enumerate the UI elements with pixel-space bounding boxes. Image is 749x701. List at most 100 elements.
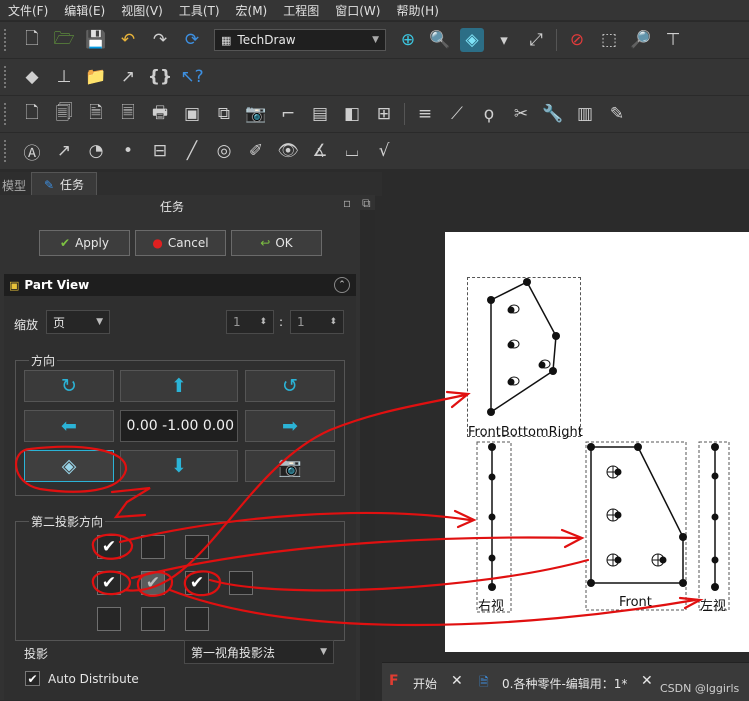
draw-style-icon[interactable]: ⊘ — [565, 28, 589, 52]
sheet-icon[interactable]: ▥ — [573, 102, 597, 126]
refresh-icon[interactable]: ⟳ — [180, 28, 204, 52]
scale-numerator-spinbox[interactable]: 1 ⬍ — [226, 310, 274, 334]
undo-icon[interactable]: ↶ — [116, 28, 140, 52]
part-icon[interactable]: ◆ — [20, 65, 44, 89]
view-menu-icon[interactable]: ▾ — [492, 28, 516, 52]
surface-finish-icon[interactable]: √ — [372, 139, 396, 163]
move-up-button[interactable]: ⬆ — [120, 370, 238, 402]
folder-icon[interactable]: 📁 — [84, 65, 108, 89]
lasso-icon[interactable]: ϙ — [477, 102, 501, 126]
pencil-icon[interactable]: ✎ — [605, 102, 629, 126]
open-icon[interactable]: 🗁 — [52, 28, 76, 52]
line-icon[interactable]: ╱ — [180, 139, 204, 163]
spin-arrows-icon[interactable]: ⬍ — [259, 317, 267, 327]
menu-tools[interactable]: 工具(T) — [171, 2, 228, 19]
redraw-page-icon[interactable]: 🗎 — [84, 102, 108, 126]
toolbar-grip[interactable] — [4, 29, 10, 51]
print-icon[interactable]: 🖶 — [148, 102, 172, 126]
toolbar-grip[interactable] — [4, 140, 10, 162]
toolbar-grip[interactable] — [4, 103, 10, 125]
close-doc-icon[interactable]: ✕ — [641, 673, 653, 689]
taskbar-start[interactable]: 开始 — [413, 675, 437, 692]
camera-icon[interactable]: 📷 — [244, 102, 268, 126]
edit-icon[interactable]: ✐ — [244, 139, 268, 163]
checkbox-left[interactable]: ✔ — [97, 571, 121, 595]
menu-file[interactable]: 文件(F) — [0, 2, 56, 19]
hatch-icon[interactable]: ⟋ — [445, 102, 469, 126]
collapse-icon[interactable]: ⌃ — [334, 277, 350, 293]
spreadsheet-view-icon[interactable]: ⊞ — [372, 102, 396, 126]
fit-all-icon[interactable]: ⊕ — [396, 28, 420, 52]
export-page-icon[interactable]: 🗏 — [116, 102, 140, 126]
rotate-cw-button[interactable]: ↻ — [24, 370, 114, 402]
tab-model[interactable]: 模型 — [2, 177, 26, 194]
move-right-button[interactable]: ➡ — [245, 410, 335, 442]
checkbox-front[interactable]: ✔ — [141, 571, 165, 595]
direction-field[interactable]: 0.00 -1.00 0.00 — [120, 410, 238, 442]
auto-distribute-checkbox[interactable]: ✔ — [25, 671, 40, 686]
balloon-icon[interactable]: ◔ — [84, 139, 108, 163]
new-document-icon[interactable]: 🗋 — [20, 28, 44, 52]
taskbar-doc[interactable]: 0.各种零件-编辑用：1* — [502, 675, 627, 692]
camera-view-button[interactable]: 📷 — [245, 450, 335, 482]
circle-icon[interactable]: ◎ — [212, 139, 236, 163]
align-icon[interactable]: ≡ — [413, 102, 437, 126]
menu-edit[interactable]: 编辑(E) — [56, 2, 113, 19]
checkbox-rear[interactable] — [229, 571, 253, 595]
ok-button[interactable]: ↩ OK — [231, 230, 322, 256]
move-down-button[interactable]: ⬇ — [120, 450, 238, 482]
isometric-view-icon[interactable]: ◈ — [460, 28, 484, 52]
vertex-icon[interactable]: • — [116, 139, 140, 163]
menu-help[interactable]: 帮助(H) — [388, 2, 446, 19]
rotate-ccw-button[interactable]: ↺ — [245, 370, 335, 402]
menu-macro[interactable]: 宏(M) — [228, 2, 276, 19]
tab-task[interactable]: ✎ 任务 — [31, 172, 97, 196]
centerline-icon[interactable]: ⊟ — [148, 139, 172, 163]
zoom-icon[interactable]: 🔎 — [629, 28, 653, 52]
std-views-icon[interactable]: ⬚ — [597, 28, 621, 52]
text-annotation-icon[interactable]: Ⓐ — [20, 139, 44, 164]
whats-this-icon[interactable]: ↖? — [180, 65, 204, 89]
toolbar-grip[interactable] — [4, 66, 10, 88]
projection-group-icon[interactable]: ⧉ — [212, 102, 236, 126]
insert-template-icon[interactable]: 🗐 — [52, 102, 76, 126]
apply-button[interactable]: ✔ Apply — [39, 230, 130, 256]
link-icon[interactable]: ↗ — [116, 65, 140, 89]
checkbox-right[interactable]: ✔ — [185, 571, 209, 595]
close-panel-icon[interactable]: ⧉ — [362, 196, 371, 211]
sketch-tool-icon[interactable]: ⊤ — [661, 28, 685, 52]
weld-symbol-icon[interactable]: ⌴ — [340, 139, 364, 163]
scissors-icon[interactable]: ✂ — [509, 102, 533, 126]
menu-techdraw[interactable]: 工程图 — [275, 2, 327, 19]
measure-icon[interactable]: ⤢ — [524, 28, 548, 52]
drawing-page[interactable]: FrontBottomRight Front 右视 左视 — [445, 232, 749, 652]
panel-scrollbar[interactable] — [360, 210, 375, 700]
coordinate-system-icon[interactable]: ⊥ — [52, 65, 76, 89]
wrench-icon[interactable]: 🔧 — [541, 102, 565, 126]
spin-arrows-icon[interactable]: ⬍ — [329, 317, 337, 327]
scale-type-select[interactable]: 页 ▼ — [46, 310, 110, 334]
clip-group-icon[interactable]: ⌐ — [276, 102, 300, 126]
menu-window[interactable]: 窗口(W) — [327, 2, 388, 19]
checkbox-top-left[interactable]: ✔ — [97, 535, 121, 559]
insert-view-icon[interactable]: ▣ — [180, 102, 204, 126]
checkbox-top-right[interactable] — [185, 535, 209, 559]
save-icon[interactable]: 💾 — [84, 28, 108, 52]
draft-view-icon[interactable]: ◧ — [340, 102, 364, 126]
checkbox-bottom-right[interactable] — [185, 607, 209, 631]
reset-view-button[interactable]: ◈ — [24, 450, 114, 482]
checkbox-bottom-left[interactable] — [97, 607, 121, 631]
checkbox-top[interactable] — [141, 535, 165, 559]
braces-icon[interactable]: {} — [148, 65, 172, 89]
leader-line-icon[interactable]: ↗ — [52, 139, 76, 163]
redo-icon[interactable]: ↷ — [148, 28, 172, 52]
move-left-button[interactable]: ⬅ — [24, 410, 114, 442]
insert-page-icon[interactable]: 🗋 — [20, 102, 44, 126]
scale-denominator-spinbox[interactable]: 1 ⬍ — [290, 310, 344, 334]
projection-type-select[interactable]: 第一视角投影法 ▼ — [184, 640, 334, 664]
eye-icon[interactable]: 👁 — [276, 139, 300, 163]
zoom-selection-icon[interactable]: 🔍 — [428, 28, 452, 52]
arch-view-icon[interactable]: ▤ — [308, 102, 332, 126]
angle-icon[interactable]: ∡ — [308, 139, 332, 163]
menu-view[interactable]: 视图(V) — [113, 2, 171, 19]
